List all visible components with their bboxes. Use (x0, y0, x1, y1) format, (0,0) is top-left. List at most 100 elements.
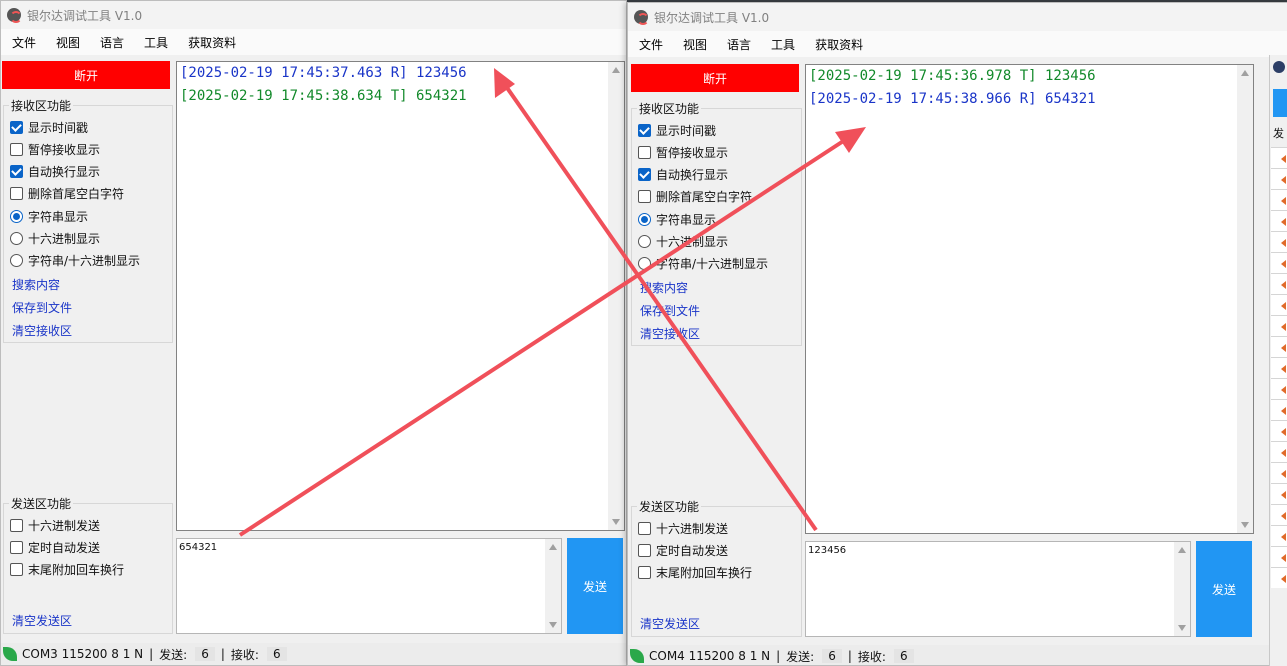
send-button[interactable]: 发送 (567, 538, 623, 634)
string-hex-display-option[interactable]: 字符串/十六进制显示 (10, 252, 140, 269)
disconnect-button[interactable]: 断开 (631, 64, 799, 92)
hex-display-option[interactable]: 十六进制显示 (638, 233, 728, 250)
send-row-arrow-icon[interactable] (1271, 399, 1287, 420)
hex-display-radio[interactable] (638, 235, 651, 248)
scroll-up-arrow-icon[interactable] (612, 67, 620, 73)
menu-tools[interactable]: 工具 (764, 36, 802, 53)
scroll-down-arrow-icon[interactable] (1241, 522, 1249, 528)
scroll-up-arrow-icon[interactable] (549, 544, 557, 550)
trim-whitespace-option[interactable]: 删除首尾空白字符 (638, 188, 752, 205)
hex-send-option[interactable]: 十六进制发送 (10, 517, 100, 534)
append-crlf-option[interactable]: 末尾附加回车换行 (638, 564, 752, 581)
show-timestamp-option[interactable]: 显示时间戳 (638, 122, 716, 139)
string-hex-display-option[interactable]: 字符串/十六进制显示 (638, 255, 768, 272)
hex-send-checkbox[interactable] (10, 519, 23, 532)
trim-whitespace-checkbox[interactable] (638, 190, 651, 203)
send-row-arrow-icon[interactable] (1271, 420, 1287, 441)
send-row-arrow-icon[interactable] (1271, 504, 1287, 525)
menu-language[interactable]: 语言 (720, 36, 758, 53)
menu-get-resources[interactable]: 获取资料 (181, 34, 243, 51)
send-row-arrow-icon[interactable] (1271, 462, 1287, 483)
send-row-arrow-icon[interactable] (1271, 546, 1287, 567)
pause-receive-checkbox[interactable] (10, 143, 23, 156)
receive-scrollbar[interactable] (1237, 65, 1253, 533)
receive-scrollbar[interactable] (608, 62, 624, 530)
trim-whitespace-checkbox[interactable] (10, 187, 23, 200)
send-row-arrow-icon[interactable] (1271, 231, 1287, 252)
auto-wrap-checkbox[interactable] (10, 165, 23, 178)
receive-area[interactable]: [2025-02-19 17:45:37.463 R] 123456 [2025… (176, 61, 625, 531)
clear-send-link[interactable]: 清空发送区 (640, 615, 700, 632)
partial-button[interactable] (1273, 89, 1287, 117)
save-to-file-link[interactable]: 保存到文件 (12, 299, 72, 316)
send-row-arrow-icon[interactable] (1271, 294, 1287, 315)
scroll-up-arrow-icon[interactable] (1178, 547, 1186, 553)
send-row-arrow-icon[interactable] (1271, 252, 1287, 273)
disconnect-button[interactable]: 断开 (2, 61, 170, 89)
menu-get-resources[interactable]: 获取资料 (808, 36, 870, 53)
timed-send-option[interactable]: 定时自动发送 (638, 542, 728, 559)
clear-receive-link[interactable]: 清空接收区 (12, 322, 72, 339)
send-row-arrow-icon[interactable] (1271, 147, 1287, 168)
timed-send-checkbox[interactable] (638, 544, 651, 557)
string-display-option[interactable]: 字符串显示 (10, 208, 88, 225)
send-row-arrow-icon[interactable] (1271, 210, 1287, 231)
send-row-arrow-icon[interactable] (1271, 168, 1287, 189)
timed-send-checkbox[interactable] (10, 541, 23, 554)
send-row-arrow-icon[interactable] (1271, 378, 1287, 399)
string-display-option[interactable]: 字符串显示 (638, 211, 716, 228)
show-timestamp-option[interactable]: 显示时间戳 (10, 119, 88, 136)
show-timestamp-checkbox[interactable] (10, 121, 23, 134)
scroll-down-arrow-icon[interactable] (549, 622, 557, 628)
string-display-radio[interactable] (10, 210, 23, 223)
send-scrollbar[interactable] (1174, 542, 1190, 636)
menu-file[interactable]: 文件 (632, 36, 670, 53)
send-input[interactable]: 654321 (176, 538, 562, 634)
auto-wrap-option[interactable]: 自动换行显示 (638, 166, 728, 183)
send-row-arrow-icon[interactable] (1271, 315, 1287, 336)
hex-send-option[interactable]: 十六进制发送 (638, 520, 728, 537)
auto-wrap-option[interactable]: 自动换行显示 (10, 163, 100, 180)
trim-whitespace-option[interactable]: 删除首尾空白字符 (10, 185, 124, 202)
clear-send-link[interactable]: 清空发送区 (12, 612, 72, 629)
pause-receive-option[interactable]: 暂停接收显示 (10, 141, 100, 158)
auto-wrap-checkbox[interactable] (638, 168, 651, 181)
pause-receive-checkbox[interactable] (638, 146, 651, 159)
send-row-arrow-icon[interactable] (1271, 441, 1287, 462)
pause-receive-option[interactable]: 暂停接收显示 (638, 144, 728, 161)
send-input[interactable]: 123456 (805, 541, 1191, 637)
append-crlf-checkbox[interactable] (638, 566, 651, 579)
search-content-link[interactable]: 搜索内容 (12, 276, 60, 293)
string-display-radio[interactable] (638, 213, 651, 226)
send-row-arrow-icon[interactable] (1271, 567, 1287, 588)
clear-receive-link[interactable]: 清空接收区 (640, 325, 700, 342)
scroll-down-arrow-icon[interactable] (1178, 625, 1186, 631)
string-hex-display-radio[interactable] (638, 257, 651, 270)
send-button[interactable]: 发送 (1196, 541, 1252, 637)
send-row-arrow-icon[interactable] (1271, 273, 1287, 294)
send-scrollbar[interactable] (545, 539, 561, 633)
hex-send-checkbox[interactable] (638, 522, 651, 535)
menu-file[interactable]: 文件 (5, 34, 43, 51)
send-row-arrow-icon[interactable] (1271, 525, 1287, 546)
append-crlf-checkbox[interactable] (10, 563, 23, 576)
scroll-down-arrow-icon[interactable] (612, 519, 620, 525)
search-content-link[interactable]: 搜索内容 (640, 279, 688, 296)
menu-tools[interactable]: 工具 (137, 34, 175, 51)
string-hex-display-radio[interactable] (10, 254, 23, 267)
show-timestamp-checkbox[interactable] (638, 124, 651, 137)
hex-display-radio[interactable] (10, 232, 23, 245)
hex-display-option[interactable]: 十六进制显示 (10, 230, 100, 247)
menu-language[interactable]: 语言 (93, 34, 131, 51)
receive-area[interactable]: [2025-02-19 17:45:36.978 T] 123456 [2025… (805, 64, 1254, 534)
append-crlf-option[interactable]: 末尾附加回车换行 (10, 561, 124, 578)
save-to-file-link[interactable]: 保存到文件 (640, 302, 700, 319)
menu-view[interactable]: 视图 (676, 36, 714, 53)
send-row-arrow-icon[interactable] (1271, 336, 1287, 357)
timed-send-option[interactable]: 定时自动发送 (10, 539, 100, 556)
scroll-up-arrow-icon[interactable] (1241, 70, 1249, 76)
menu-view[interactable]: 视图 (49, 34, 87, 51)
send-row-arrow-icon[interactable] (1271, 357, 1287, 378)
send-row-arrow-icon[interactable] (1271, 483, 1287, 504)
send-row-arrow-icon[interactable] (1271, 189, 1287, 210)
